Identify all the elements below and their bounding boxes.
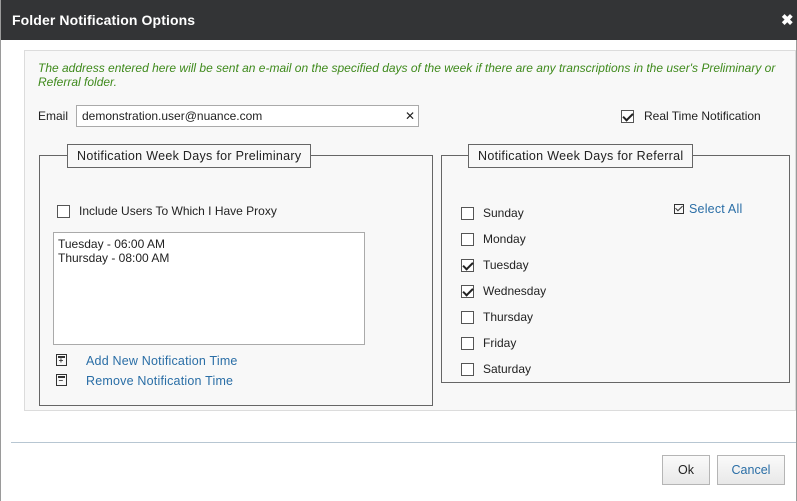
day-tuesday[interactable]: Tuesday [461, 258, 529, 274]
day-thursday[interactable]: Thursday [461, 310, 533, 326]
day-wednesday[interactable]: Wednesday [461, 284, 546, 300]
remove-notification-time-label: Remove Notification Time [86, 374, 234, 388]
day-label: Tuesday [483, 258, 529, 272]
email-label: Email [38, 109, 69, 123]
select-all-label: Select All [689, 202, 743, 216]
select-all-button[interactable]: Select All [674, 202, 742, 216]
dialog-titlebar: Folder Notification Options ✖ [1, 0, 797, 40]
list-item[interactable]: Thursday - 08:00 AM [58, 251, 360, 265]
preliminary-fieldset: Notification Week Days for Preliminary I… [39, 144, 433, 406]
referral-legend: Notification Week Days for Referral [468, 144, 694, 168]
day-label: Thursday [483, 310, 534, 324]
include-proxy-option[interactable]: Include Users To Which I Have Proxy [57, 204, 277, 219]
checkbox-check-icon [674, 204, 684, 214]
preliminary-legend: Notification Week Days for Preliminary [67, 144, 312, 168]
saturday-checkbox[interactable] [461, 363, 474, 377]
monday-checkbox[interactable] [461, 233, 474, 247]
day-label: Friday [483, 336, 517, 350]
clear-email-icon[interactable]: ✕ [405, 109, 415, 123]
wednesday-checkbox[interactable] [461, 285, 474, 299]
day-label: Wednesday [483, 284, 547, 298]
day-friday[interactable]: Friday [461, 336, 516, 352]
thursday-checkbox[interactable] [461, 311, 474, 325]
options-panel: The address entered here will be sent an… [24, 50, 796, 411]
close-icon[interactable]: ✖ [781, 11, 794, 29]
real-time-notification-label: Real Time Notification [644, 109, 761, 123]
dialog-title: Folder Notification Options [12, 12, 196, 28]
add-notification-time-label: Add New Notification Time [86, 354, 238, 368]
tuesday-checkbox[interactable] [461, 259, 474, 273]
email-input[interactable] [76, 105, 419, 127]
calendar-remove-icon: – [56, 374, 67, 386]
include-proxy-checkbox[interactable] [57, 205, 70, 219]
list-item[interactable]: Tuesday - 06:00 AM [58, 237, 360, 251]
footer-divider [11, 442, 796, 443]
include-proxy-label: Include Users To Which I Have Proxy [79, 204, 277, 218]
referral-fieldset: Notification Week Days for Referral Sele… [441, 144, 790, 383]
cancel-button[interactable]: Cancel [717, 455, 785, 485]
day-label: Sunday [483, 206, 524, 220]
day-saturday[interactable]: Saturday [461, 362, 531, 378]
day-sunday[interactable]: Sunday [461, 206, 524, 222]
friday-checkbox[interactable] [461, 337, 474, 351]
calendar-add-icon: + [56, 354, 67, 366]
sunday-checkbox[interactable] [461, 207, 474, 221]
real-time-notification[interactable]: Real Time Notification [621, 109, 761, 124]
day-label: Monday [483, 232, 526, 246]
ok-button[interactable]: Ok [662, 455, 710, 485]
real-time-notification-checkbox[interactable] [621, 110, 634, 124]
day-monday[interactable]: Monday [461, 232, 526, 248]
info-text: The address entered here will be sent an… [38, 61, 776, 89]
notification-time-list[interactable]: Tuesday - 06:00 AM Thursday - 08:00 AM [53, 232, 365, 345]
day-label: Saturday [483, 362, 532, 376]
remove-notification-time-button[interactable]: – Remove Notification Time [56, 374, 233, 388]
folder-notification-dialog: Folder Notification Options ✖ The addres… [0, 0, 797, 501]
add-notification-time-button[interactable]: + Add New Notification Time [56, 354, 238, 368]
